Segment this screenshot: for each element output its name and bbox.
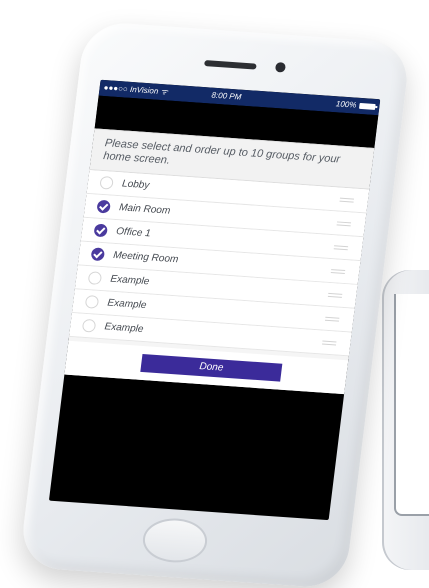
group-selection-sheet: Please select and order up to 10 groups … bbox=[64, 128, 375, 395]
drag-handle-icon[interactable] bbox=[327, 292, 343, 298]
speaker-grill bbox=[204, 60, 257, 70]
checkmark-icon[interactable] bbox=[96, 199, 111, 214]
drag-handle-icon[interactable] bbox=[321, 340, 337, 346]
phone-screen: ●●●○○ InVision ᯤ 8:00 PM 100% Please sel… bbox=[48, 79, 381, 521]
group-label: Office 1 bbox=[115, 226, 152, 240]
drag-handle-icon[interactable] bbox=[330, 269, 346, 275]
drag-handle-icon[interactable] bbox=[333, 245, 349, 251]
phone-mockup: ●●●○○ InVision ᯤ 8:00 PM 100% Please sel… bbox=[18, 20, 412, 588]
home-button[interactable] bbox=[140, 516, 210, 565]
background-phone-screen bbox=[394, 294, 429, 516]
battery-percent: 100% bbox=[335, 99, 357, 110]
drag-handle-icon[interactable] bbox=[324, 316, 340, 322]
checkmark-icon[interactable] bbox=[93, 223, 109, 238]
group-label: Main Room bbox=[118, 202, 171, 217]
group-label: Example bbox=[106, 297, 147, 312]
unchecked-icon[interactable] bbox=[84, 294, 100, 309]
done-button[interactable]: Done bbox=[140, 353, 283, 382]
group-label: Lobby bbox=[121, 178, 150, 192]
unchecked-icon[interactable] bbox=[87, 271, 103, 285]
front-camera bbox=[274, 62, 287, 73]
group-label: Example bbox=[109, 273, 150, 288]
unchecked-icon[interactable] bbox=[99, 175, 114, 190]
group-label: Example bbox=[103, 321, 145, 335]
background-phone bbox=[382, 270, 429, 570]
drag-handle-icon[interactable] bbox=[336, 221, 352, 227]
drag-handle-icon[interactable] bbox=[339, 197, 355, 203]
unchecked-icon[interactable] bbox=[81, 318, 97, 333]
group-label: Meeting Room bbox=[112, 249, 179, 266]
battery-icon bbox=[358, 102, 376, 110]
group-list: Lobby Main Room Office 1 Meeting Room Ex… bbox=[69, 170, 370, 357]
checkmark-icon[interactable] bbox=[90, 247, 106, 262]
stage: ●●●○○ InVision ᯤ 8:00 PM 100% Please sel… bbox=[0, 0, 429, 588]
